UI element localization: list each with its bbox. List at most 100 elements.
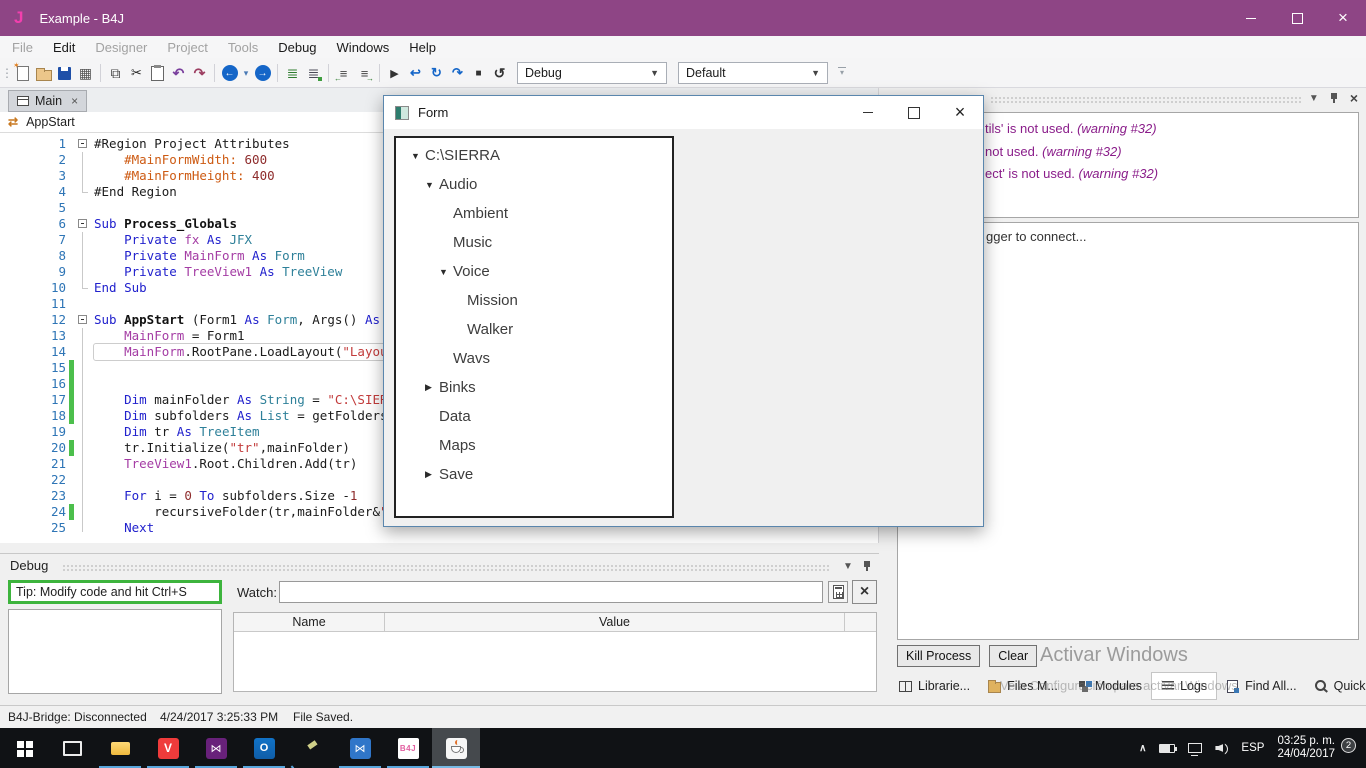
fold-marker[interactable] [76,312,94,328]
package-icon[interactable] [75,62,96,84]
outlook-icon[interactable] [240,728,288,768]
tree-item-walker[interactable]: Walker [396,315,672,344]
panel-menu-icon[interactable]: ▼ [1309,93,1319,104]
menu-edit[interactable]: Edit [43,38,85,57]
build-mode-select[interactable]: Debug ▼ [517,62,667,84]
menu-project[interactable]: Project [157,38,217,57]
open-folder-icon[interactable] [33,62,54,84]
tab-main[interactable]: Main × [8,90,87,112]
menu-debug[interactable]: Debug [268,38,326,57]
menu-designer[interactable]: Designer [85,38,157,57]
visual-studio-icon[interactable] [192,728,240,768]
panel-menu-icon[interactable]: ▼ [843,561,853,572]
battery-icon[interactable] [1159,744,1175,753]
tab-logs[interactable]: Logs [1151,672,1217,700]
step-out-icon[interactable] [447,62,468,84]
tab-close-icon[interactable]: × [71,94,78,108]
tab-find-all[interactable]: Find All... [1217,672,1305,700]
tree-item-wavs[interactable]: Wavs [396,344,672,373]
step-over-icon[interactable] [426,62,447,84]
nav-back-icon[interactable] [219,62,240,84]
form-minimize-button[interactable] [845,96,891,129]
visual-studio-blue-icon[interactable] [336,728,384,768]
clear-button[interactable]: Clear [989,645,1037,667]
chevron-down-icon[interactable]: ▼ [411,151,425,161]
menu-windows[interactable]: Windows [327,38,400,57]
clock[interactable]: 03:25 p. m. 24/04/2017 [1277,735,1335,762]
debug-drag-handle[interactable] [62,564,831,572]
menu-tools[interactable]: Tools [218,38,268,57]
run-icon[interactable] [384,62,405,84]
menu-help[interactable]: Help [399,38,446,57]
chevron-right-icon[interactable]: ▶ [425,382,439,393]
close-button[interactable] [1320,0,1366,36]
restart-icon[interactable] [489,62,510,84]
cut-icon[interactable] [126,62,147,84]
watch-table[interactable]: NameValue [233,612,877,692]
tree-item-mission[interactable]: Mission [396,286,672,315]
watch-input[interactable] [279,581,823,603]
close-icon[interactable]: × [1350,92,1358,104]
network-icon[interactable] [1188,743,1202,753]
tree-item-voice[interactable]: ▼Voice [396,257,672,286]
tray-chevron-up-icon[interactable]: ∧ [1139,743,1146,754]
collapse-icon[interactable] [78,139,87,148]
tree-item-music[interactable]: Music [396,228,672,257]
build-tools-icon[interactable] [288,728,336,768]
file-explorer-icon[interactable] [96,728,144,768]
grip-icon[interactable] [2,62,12,84]
menu-file[interactable]: File [2,38,43,57]
chevron-right-icon[interactable]: ▶ [425,469,439,480]
fold-marker[interactable] [76,216,94,232]
tree-item-save[interactable]: ▶Save [396,460,672,489]
tab-libraries[interactable]: Librarie... [890,672,979,700]
clear-watch-button[interactable]: × [852,580,877,604]
collapse-icon[interactable] [78,219,87,228]
b4j-icon[interactable]: B4J [384,728,432,768]
new-file-icon[interactable] [12,62,33,84]
debug-list-box[interactable] [8,609,222,694]
copy-icon[interactable] [105,62,126,84]
task-view-icon[interactable] [48,728,96,768]
nav-caret-icon[interactable] [240,62,252,84]
tree-item-c-sierra[interactable]: ▼C:\SIERRA [396,141,672,170]
chevron-down-icon[interactable]: ▼ [439,267,453,277]
undo-icon[interactable] [168,62,189,84]
pin-icon[interactable] [863,560,872,572]
format-lines-icon[interactable] [282,62,303,84]
panel-drag-handle[interactable] [990,96,1302,104]
stop-icon[interactable] [468,62,489,84]
build-config-select[interactable]: Default ▼ [678,62,828,84]
redo-icon[interactable] [189,62,210,84]
fold-marker[interactable] [76,136,94,152]
form-title-bar[interactable]: Form [384,96,983,129]
nav-forward-icon[interactable] [252,62,273,84]
tree-item-binks[interactable]: ▶Binks [396,373,672,402]
chevron-down-icon[interactable]: ▼ [425,180,439,190]
minimize-button[interactable] [1228,0,1274,36]
shift-left-icon[interactable] [333,62,354,84]
save-icon[interactable] [54,62,75,84]
vivaldi-icon[interactable] [144,728,192,768]
start-icon[interactable] [0,728,48,768]
tree-item-ambient[interactable]: Ambient [396,199,672,228]
pin-icon[interactable] [1330,92,1339,104]
tree-item-audio[interactable]: ▼Audio [396,170,672,199]
java-icon[interactable] [432,728,480,768]
paste-icon[interactable] [147,62,168,84]
language-indicator[interactable]: ESP [1241,742,1264,754]
collapse-icon[interactable] [78,315,87,324]
tree-item-maps[interactable]: Maps [396,431,672,460]
tab-files[interactable]: Files M... [979,672,1067,700]
tab-modules[interactable]: Modules [1067,672,1151,700]
maximize-button[interactable] [1274,0,1320,36]
step-into-icon[interactable] [405,62,426,84]
shift-right-icon[interactable] [354,62,375,84]
tab-quick[interactable]: Quick... [1306,672,1366,700]
tree-view[interactable]: ▼C:\SIERRA▼AudioAmbientMusic▼VoiceMissio… [394,136,674,518]
speaker-icon[interactable] [1215,742,1228,754]
toolbar-overflow-button[interactable]: ▾ [838,67,846,78]
form-close-button[interactable] [937,96,983,129]
tree-item-data[interactable]: Data [396,402,672,431]
kill-process-button[interactable]: Kill Process [897,645,980,667]
